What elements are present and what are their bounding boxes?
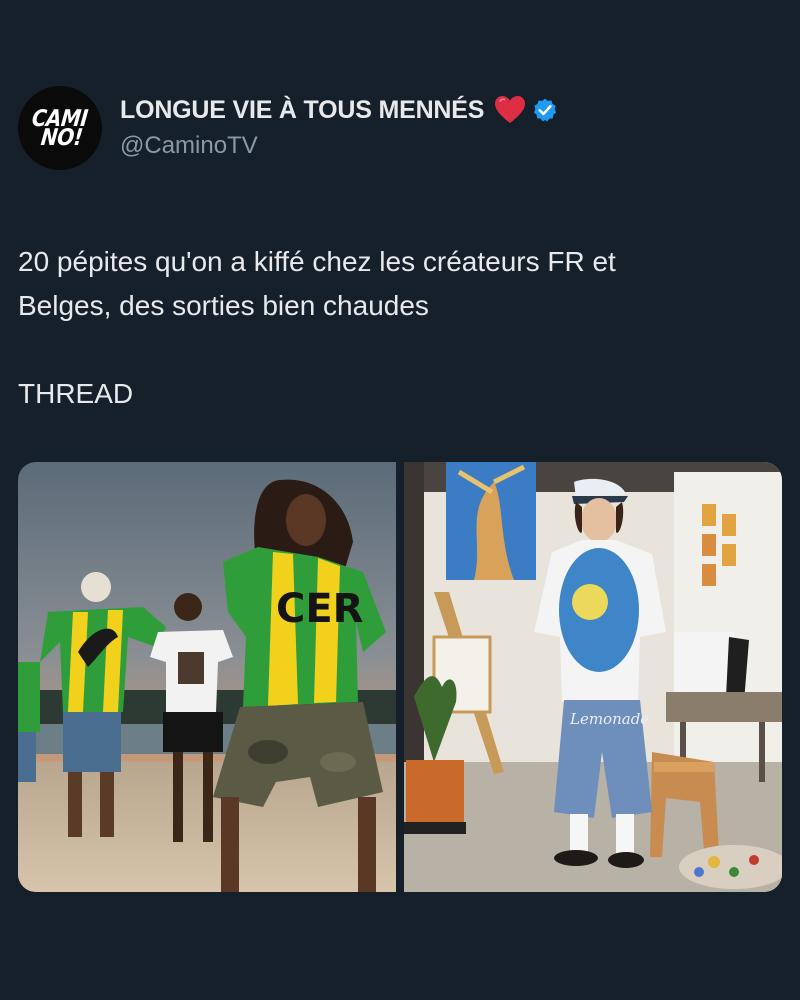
avatar-text-line2: NO! bbox=[39, 123, 85, 151]
tweet-text-thread: THREAD bbox=[18, 378, 134, 409]
tweet-header: CAMI NO! LONGUE VIE À TOUS MENNÉS @Camin… bbox=[18, 86, 782, 172]
shorts-text: Lemonade bbox=[569, 710, 649, 728]
tweet-text: 20 pépites qu'on a kiffé chez les créate… bbox=[18, 240, 778, 416]
avatar[interactable]: CAMI NO! bbox=[18, 86, 102, 170]
heart-icon bbox=[495, 96, 526, 123]
top-edge-mark bbox=[658, 0, 664, 2]
verified-badge-icon[interactable] bbox=[532, 97, 558, 123]
media-grid: CER Lemonade bbox=[18, 462, 782, 892]
tweet-text-line2: Belges, des sorties bien chaudes bbox=[18, 290, 429, 321]
photo-beach-models[interactable]: CER bbox=[18, 462, 396, 892]
handle[interactable]: @CaminoTV bbox=[120, 132, 258, 160]
tweet-text-line1: 20 pépites qu'on a kiffé chez les créate… bbox=[18, 246, 616, 277]
display-name[interactable]: LONGUE VIE À TOUS MENNÉS bbox=[120, 96, 484, 125]
jersey-text: CER bbox=[276, 586, 363, 632]
photo-studio-model[interactable]: Lemonade bbox=[404, 462, 782, 892]
name-row: LONGUE VIE À TOUS MENNÉS bbox=[120, 95, 558, 125]
